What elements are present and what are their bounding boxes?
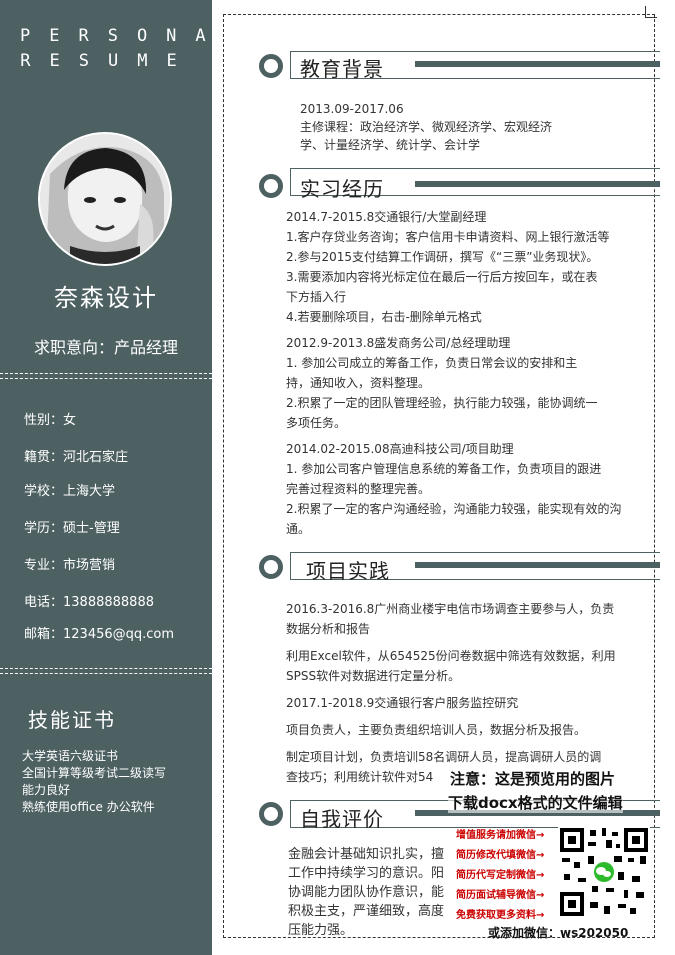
section-title-internship: 实习经历 [300,177,384,201]
divider [0,673,212,674]
section-marker-icon [259,174,283,198]
content-line: 主修课程：政治经济学、微观经济学、宏观经济 [300,120,553,134]
content-line: 项目负责人，主要负责组织培训人员，数据分析及报告。 [286,723,587,737]
content-line: 2016.3-2016.8广州商业楼宇电信市场调查主要参与人，负责 [286,602,615,616]
sidebar: PERSONAL RESUME 奈森设计 求职意向：产品经理 性别：女 籍贯：河… [0,0,284,955]
content-line: 协调能力团队协作意识，能 [288,885,445,900]
section-marker-icon [259,54,283,78]
watermark-service-item: 简历修改代填微信→ [456,850,545,861]
content-line: 1. 参加公司成立的筹备工作，负责日常会议的安排和主 [286,356,578,370]
info-major: 专业：市场营销 [24,558,116,573]
info-degree: 学历：硕士-管理 [24,521,120,536]
content-line: 多项任务。 [286,416,347,430]
content-line: 下方插入行 [286,290,347,304]
content-line: 制定项目计划，负责培训58名调研人员，提高调研人员的调 [286,750,602,764]
skill-item: 能力良好 [22,783,71,797]
skill-item: 大学英语六级证书 [22,749,119,763]
skill-item: 全国计算等级考试二级读写 [22,766,167,780]
job-intent: 求职意向：产品经理 [33,338,178,357]
content-line: 2014.02-2015.08高迪科技公司/项目助理 [286,442,514,456]
section-title-project: 项目实践 [306,559,390,583]
content-line: 2.参与2015支付结算工作调研，撰写《“三票”业务现状》。 [286,250,599,264]
content-line: 工作中持续学习的意识。阳 [288,866,445,881]
content-line: 3.需要添加内容将光标定位在最后一行后方按回车，或在表 [286,270,598,284]
divider [0,378,212,379]
content-line: 4.若要删除项目，右击-删除单元格式 [286,310,482,324]
candidate-name: 奈森设计 [54,284,158,312]
divider [0,668,212,669]
section-marker-icon [259,555,283,579]
divider [0,373,212,374]
content-line: 压能力强。 [288,923,354,938]
content-line: 2014.7-2015.8交通银行/大堂副经理 [286,210,487,224]
info-gender: 性别：女 [24,413,77,428]
content-line: 完善过程资料的整理完善。 [286,482,431,496]
content-line: 1.客户存贷业务咨询；客户信用卡申请资料、网上银行激活等 [286,230,610,244]
content-line: 积极主支，严谨细致，高度 [288,904,445,919]
watermark-service-item: 简历面试辅导微信→ [456,890,545,901]
info-school: 学校：上海大学 [24,484,116,499]
content-line: 通。 [286,522,311,536]
corner-mark [645,17,657,18]
section-title-self-evaluation: 自我评价 [300,807,384,831]
content-line: 2012.9-2013.8盛发商务公司/总经理助理 [286,336,511,350]
content-line: 数据分析和报告 [286,622,371,636]
section-bar [415,562,660,568]
section-bar [415,61,660,67]
watermark-notice: 注意：这是预览用的图片 [450,768,616,789]
section-bar [415,181,660,187]
watermark-service-item: 增值服务请加微信→ [456,830,545,841]
section-marker-icon [259,802,283,826]
content-line: 利用Excel软件，从654525份问卷数据中筛选有效数据，利用 [286,649,616,663]
skill-item: 熟练使用office 办公软件 [22,800,155,814]
content-line: 持，通知收入，资料整理。 [286,376,431,390]
content-line: SPSS软件对数据进行定量分析。 [286,669,461,683]
content-line: 2.积累了一定的团队管理经验，执行能力较强，能协调统一 [286,396,598,410]
watermark-download-notice: 下载docx格式的文件编辑 [448,792,623,813]
info-phone: 电话：13888888888 [24,595,154,610]
project-content: 2016.3-2016.8广州商业楼宇电信市场调查主要参与人，负责 数据分析和报… [286,600,616,786]
info-email: 邮箱：123456@qq.com [24,627,175,642]
watermark-wechat-id: 或添加微信：ws202050 [488,926,629,940]
qr-code-icon [558,826,650,918]
section-title-education: 教育背景 [300,57,384,81]
info-native-place: 籍贯：河北石家庄 [24,450,129,465]
education-content: 2013.09-2017.06 主修课程：政治经济学、微观经济学、宏观经济 学、… [300,100,552,154]
skills-title: 技能证书 [28,708,116,732]
content-line: 学、计量经济学、统计学、会计学 [300,138,481,152]
content-line: 1. 参加公司客户管理信息系统的筹备工作，负责项目的跟进 [286,462,602,476]
preview-watermark: 注意：这是预览用的图片 下载docx格式的文件编辑 增值服务请加微信→ 简历修改… [440,768,670,948]
watermark-service-item: 免费获取更多资料→ [456,910,545,921]
watermark-service-item: 简历代写定制微信→ [456,870,545,881]
internship-content: 2014.7-2015.8交通银行/大堂副经理 1.客户存贷业务咨询；客户信用卡… [286,208,621,538]
skills-list: 大学英语六级证书 全国计算等级考试二级读写 能力良好 熟练使用office 办公… [22,748,166,816]
content-line: 2017.1-2018.9交通银行客户服务监控研究 [286,696,519,710]
content-line: 2.积累了一定的客户沟通经验，沟通能力较强，能实现有效的沟 [286,502,622,516]
content-line: 2013.09-2017.06 [300,102,404,116]
self-evaluation-content: 金融会计基础知识扎实，擅 工作中持续学习的意识。阳 协调能力团队协作意识，能 积… [288,845,444,940]
avatar [38,132,172,266]
resume-title-letters: PERSONAL RESUME [20,26,284,71]
content-line: 金融会计基础知识扎实，擅 [288,847,445,862]
